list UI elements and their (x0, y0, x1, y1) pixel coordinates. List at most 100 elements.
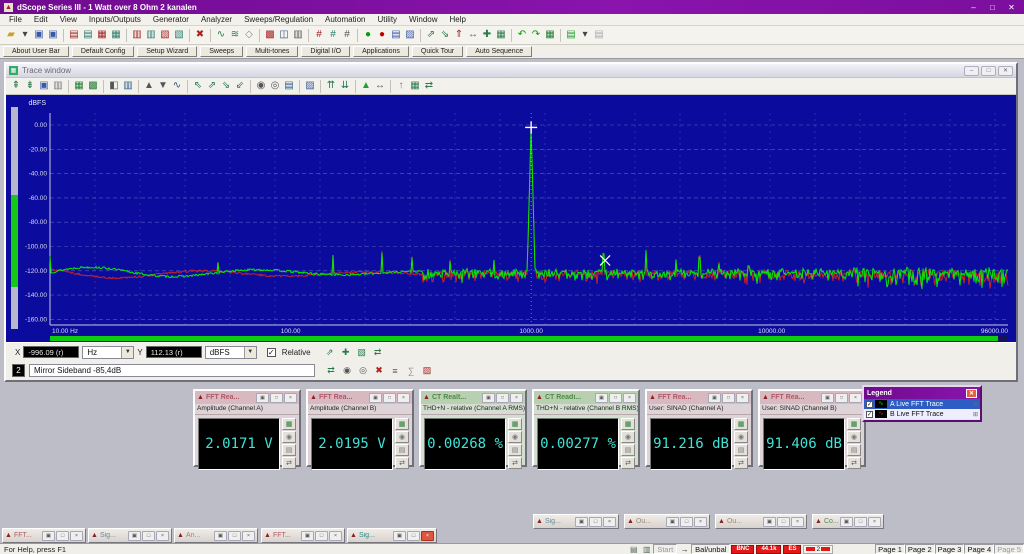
restore-button[interactable]: ▣ (214, 531, 227, 541)
minimized-window-fft[interactable]: ▲FFT...▣□× (261, 528, 345, 543)
minimized-window-sig[interactable]: ▲Sig...▣□× (347, 528, 437, 543)
userbar-quick-tour[interactable]: Quick Tour (412, 46, 463, 57)
export-data-icon[interactable]: ▩ (86, 79, 100, 94)
cursor-ne-icon[interactable]: ⇗ (205, 79, 219, 94)
panel-minimize-button[interactable]: ▣ (369, 393, 382, 403)
new-page-dropdown-icon[interactable]: ▾ (578, 28, 592, 43)
maximize-button[interactable]: □ (680, 517, 693, 527)
trace-window-icon[interactable]: ▩ (263, 28, 277, 43)
minimized-window-an[interactable]: ▲An...▣□× (174, 528, 258, 543)
log-icon[interactable]: ▤ (508, 444, 522, 456)
zoom-out-icon[interactable]: ◎ (268, 79, 282, 94)
userbar-sweeps[interactable]: Sweeps (200, 46, 243, 57)
menu-inputs-outputs[interactable]: Inputs/Outputs (83, 14, 147, 25)
monitor-icon[interactable]: ▤ (627, 545, 640, 554)
chevron-down-icon[interactable]: ▼ (121, 347, 133, 358)
resize-icon[interactable]: ⇄ (282, 457, 296, 469)
copy-trace-icon[interactable]: ▥ (51, 79, 65, 94)
peak-down-icon[interactable]: ⇊ (338, 79, 352, 94)
maximize-button[interactable]: □ (777, 517, 790, 527)
maximize-button[interactable]: □ (407, 531, 420, 541)
marker-list-icon[interactable]: ≡ (387, 363, 403, 378)
maximize-button[interactable]: □ (854, 517, 867, 527)
restore-button[interactable]: ▣ (840, 517, 853, 527)
restore-button[interactable]: ▣ (128, 531, 141, 541)
close-channel-icon[interactable]: ✖ (193, 28, 207, 43)
close-button[interactable]: × (70, 531, 83, 541)
trace-close-button[interactable]: ✕ (998, 66, 1013, 76)
close-button[interactable]: × (868, 517, 881, 527)
maximize-button[interactable]: □ (315, 531, 328, 541)
minimized-window-sig[interactable]: ▲Sig...▣□× (533, 514, 619, 529)
marker-link-icon[interactable]: ⇄ (323, 363, 339, 378)
x-value-field[interactable]: -996.09 (r) (23, 346, 79, 358)
legend-titlebar[interactable]: Legend ✕ (864, 387, 980, 399)
log-icon[interactable]: ▤ (282, 444, 296, 456)
maximize-button[interactable]: □ (142, 531, 155, 541)
panel-titlebar[interactable]: ▲FFT Rea...▣□× (308, 391, 412, 404)
autoscale-x-icon[interactable]: ▼ (156, 79, 170, 94)
log-icon[interactable]: ▤ (847, 444, 861, 456)
minimize-button[interactable]: – (965, 2, 982, 13)
display-mode-icon[interactable]: ▦ (395, 418, 409, 430)
page-button-1[interactable]: Page 1 (875, 544, 905, 554)
panel-close-button[interactable]: × (284, 393, 297, 403)
resize-icon[interactable]: ⇄ (395, 457, 409, 469)
reference-icon[interactable]: ◇ (242, 28, 256, 43)
marker-text-input[interactable]: Mirror Sideband -85,4dB (29, 364, 315, 377)
marker-zoom-in-icon[interactable]: ◉ (339, 363, 355, 378)
fit-trace-icon[interactable]: ∿ (170, 79, 184, 94)
swap-axes-icon[interactable]: ⇄ (422, 79, 436, 94)
signal-analyzer-icon[interactable]: ▥ (144, 28, 158, 43)
analyzer-settings-icon[interactable]: ▦ (109, 28, 123, 43)
resize-icon[interactable]: ⇄ (734, 457, 748, 469)
panel-close-button[interactable]: × (849, 393, 862, 403)
menu-file[interactable]: File (3, 14, 28, 25)
menu-analyzer[interactable]: Analyzer (195, 14, 238, 25)
marker-icon[interactable]: ▲ (359, 79, 373, 94)
unpin-trace-icon[interactable]: ⇟ (23, 79, 37, 94)
menu-edit[interactable]: Edit (28, 14, 54, 25)
marker-zoom-out-icon[interactable]: ◎ (355, 363, 371, 378)
cursor-se-icon[interactable]: ⇘ (219, 79, 233, 94)
stop-icon[interactable]: ● (375, 28, 389, 43)
trace-maximize-button[interactable]: □ (981, 66, 996, 76)
close-button[interactable]: × (603, 517, 616, 527)
sweep-down-icon[interactable]: ⇘ (438, 28, 452, 43)
settings-icon[interactable]: ◉ (847, 431, 861, 443)
close-button[interactable]: × (694, 517, 707, 527)
panel-minimize-button[interactable]: ▣ (256, 393, 269, 403)
cursor-nw-icon[interactable]: ⇖ (191, 79, 205, 94)
userbar-setup-wizard[interactable]: Setup Wizard (137, 46, 197, 57)
marker-sum-icon[interactable]: ∑ (403, 363, 419, 378)
script-edit-icon[interactable]: ▨ (403, 28, 417, 43)
menu-sweeps-regulation[interactable]: Sweeps/Regulation (238, 14, 319, 25)
page-button-2[interactable]: Page 2 (905, 544, 935, 554)
signal-gen-icon[interactable]: ▥ (130, 28, 144, 43)
zoom-in-icon[interactable]: ◉ (254, 79, 268, 94)
display-mode-icon[interactable]: ▦ (847, 418, 861, 430)
save-trace-icon[interactable]: ▣ (37, 79, 51, 94)
userbar-multi-tones[interactable]: Multi-tones (246, 46, 298, 57)
trace-properties-icon[interactable]: ⊞ (973, 411, 978, 418)
x-unit-select[interactable]: Hz ▼ (82, 346, 134, 359)
userbar-applications[interactable]: Applications (353, 46, 409, 57)
resize-icon[interactable]: ⇄ (508, 457, 522, 469)
log-icon[interactable]: ▤ (395, 444, 409, 456)
userbar-digital-i-o[interactable]: Digital I/O (301, 46, 350, 57)
panel-titlebar[interactable]: ▲CT Readi...▣□× (534, 391, 638, 404)
resize-icon[interactable]: ⇄ (621, 457, 635, 469)
legend-row-b[interactable]: ✓∿B Live FFT Trace⊞ (864, 409, 980, 419)
fft-detector-icon[interactable]: ▧ (158, 28, 172, 43)
settings-icon[interactable]: ◉ (508, 431, 522, 443)
span-icon[interactable]: ↔ (373, 79, 387, 94)
legend-row-a[interactable]: ✓∿A Live FFT Trace⊞ (864, 399, 980, 409)
trace-properties-icon[interactable]: ⊞ (973, 401, 978, 408)
soundcard-icon[interactable]: ▦ (543, 28, 557, 43)
legend-close-button[interactable]: ✕ (966, 389, 977, 398)
cursor-sw-icon[interactable]: ⇙ (233, 79, 247, 94)
panel-maximize-button[interactable]: □ (835, 393, 848, 403)
panel-close-button[interactable]: × (736, 393, 749, 403)
sweep-add-icon[interactable]: ✚ (480, 28, 494, 43)
log-icon[interactable]: ▤ (734, 444, 748, 456)
